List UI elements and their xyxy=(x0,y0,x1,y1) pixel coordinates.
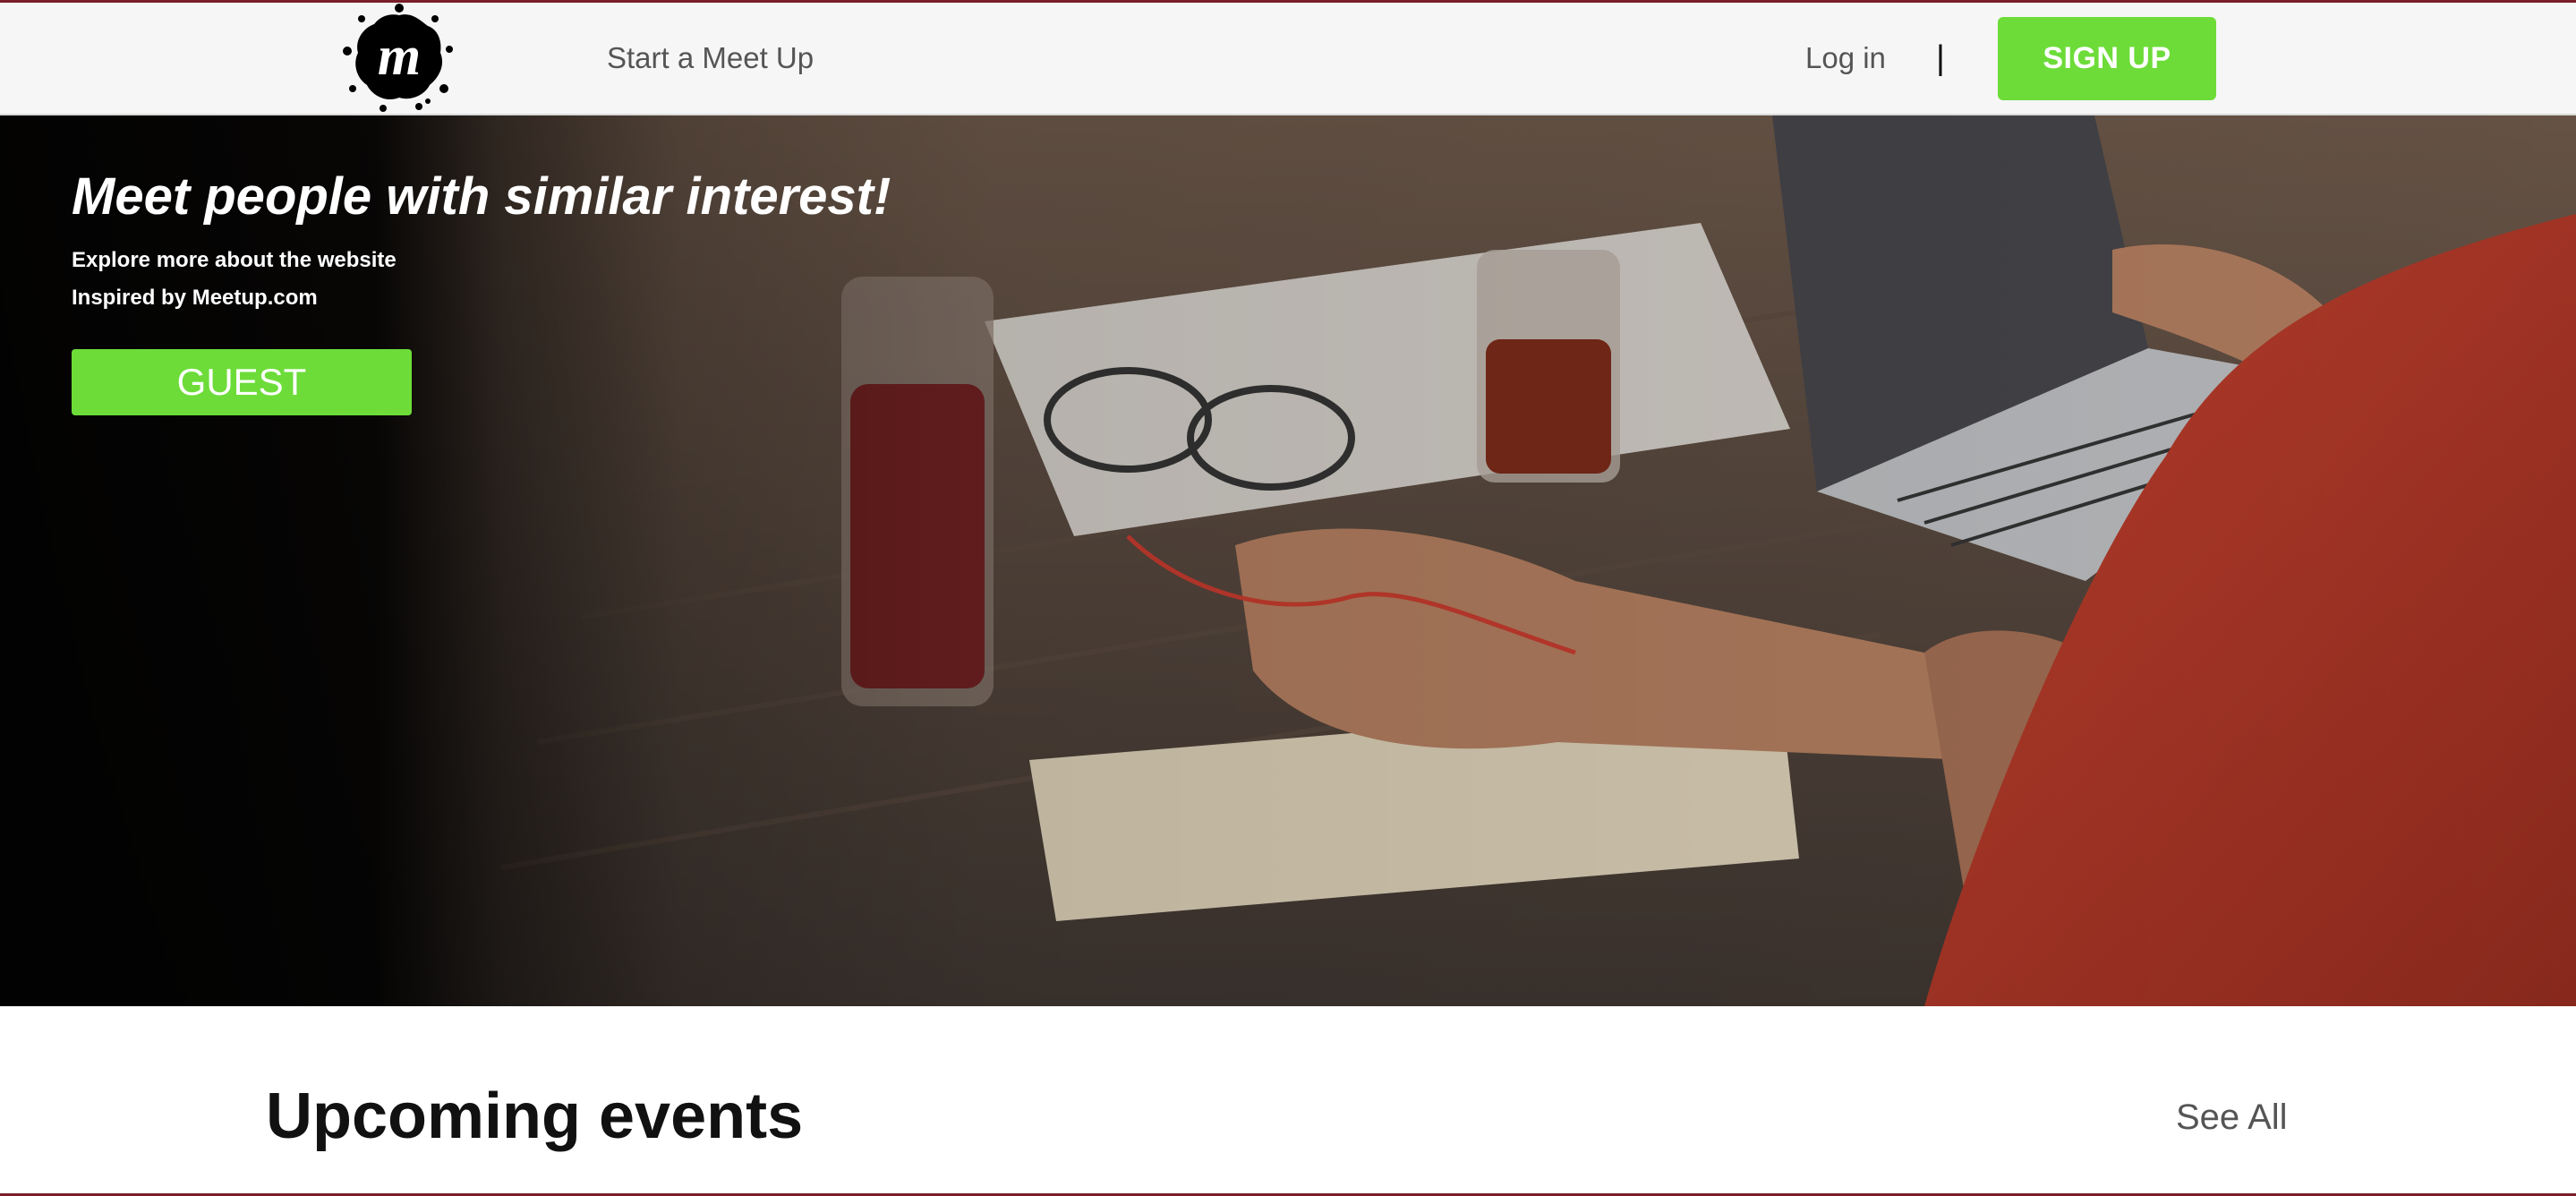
nav-start-meetup[interactable]: Start a Meet Up xyxy=(607,38,814,78)
svg-text:m: m xyxy=(378,26,421,87)
signup-button[interactable]: SIGN UP xyxy=(1998,17,2216,100)
nav-login[interactable]: Log in xyxy=(1805,38,1886,78)
hero-subtitle-inspired: Inspired by Meetup.com xyxy=(72,286,318,310)
hero-title: Meet people with similar interest! xyxy=(72,167,891,226)
see-all-link[interactable]: See All xyxy=(2176,1094,2288,1140)
guest-button[interactable]: GUEST xyxy=(72,349,412,415)
nav-separator: | xyxy=(1936,39,1945,77)
meetup-logo-icon[interactable]: m xyxy=(342,3,456,114)
hero-banner: Meet people with similar interest! Explo… xyxy=(0,115,2576,1006)
hero-subtitle-explore: Explore more about the website xyxy=(72,248,397,272)
site-header: m Start a Meet Up Log in | SIGN UP xyxy=(0,3,2576,115)
upcoming-events-title: Upcoming events xyxy=(266,1081,804,1152)
